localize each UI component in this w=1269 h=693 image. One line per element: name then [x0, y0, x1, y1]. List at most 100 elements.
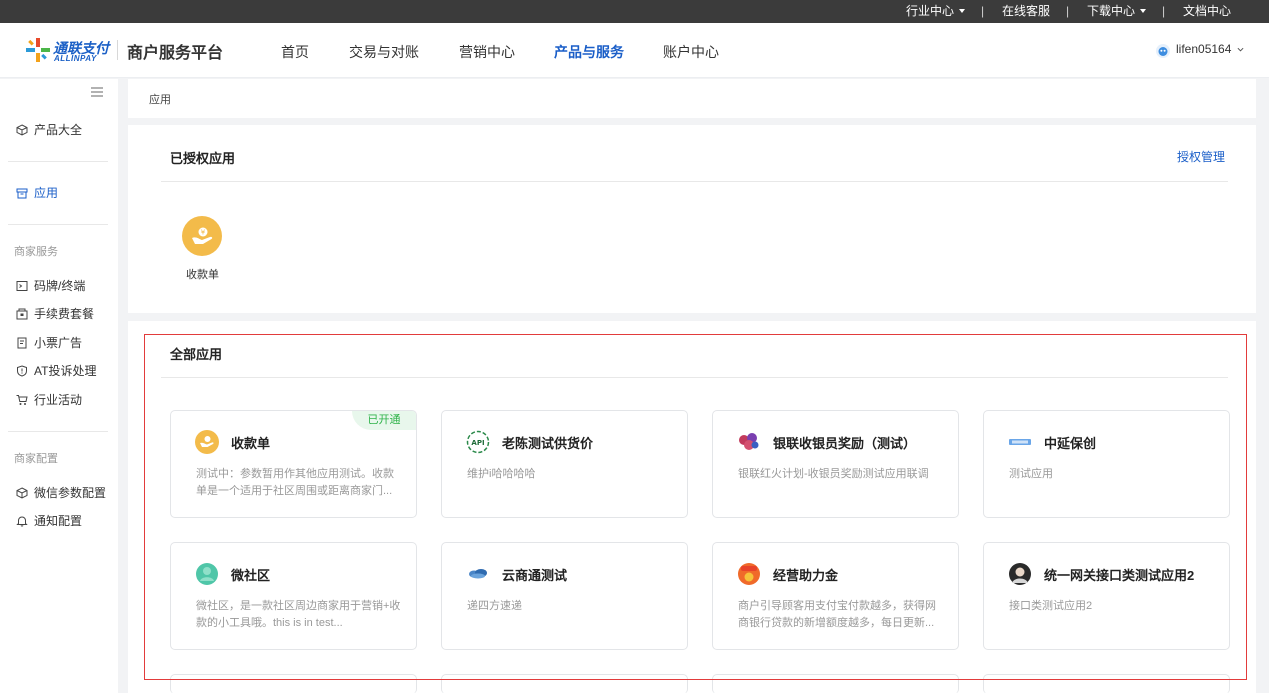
- svg-text:API: API: [471, 439, 484, 447]
- cloud-app-icon: [469, 569, 487, 579]
- caret-down-icon: [1140, 9, 1147, 13]
- nav-account[interactable]: 账户中心: [663, 42, 719, 62]
- app-card[interactable]: [712, 674, 959, 693]
- sidebar-item-label: 应用: [34, 186, 59, 200]
- app-description: 微社区，是一款社区周边商家用于营销+收款的小工具哦。this is in tes…: [196, 600, 401, 629]
- app-card[interactable]: [983, 674, 1230, 693]
- app-card-gateway-test[interactable]: 统一网关接口类测试应用2 接口类测试应用2: [983, 542, 1230, 650]
- app-description: 接口类测试应用2: [1009, 600, 1093, 612]
- header-divider: [117, 40, 118, 60]
- sidebar-item-label: 产品大全: [34, 123, 83, 137]
- receipt-app-icon: [195, 430, 219, 454]
- bell-icon: [16, 516, 28, 527]
- flowers-app-icon: [739, 433, 759, 450]
- community-app-icon: [196, 563, 218, 585]
- portrait-app-icon: [1009, 563, 1031, 585]
- nav-transactions[interactable]: 交易与对账: [349, 42, 419, 62]
- app-description: 测试应用: [1009, 468, 1053, 480]
- allinpay-logo[interactable]: 通联支付 ALLINPAY: [26, 35, 112, 65]
- app-name: 云商通测试: [502, 568, 568, 583]
- section-divider: [161, 377, 1228, 378]
- nav-products-services[interactable]: 产品与服务: [554, 42, 624, 62]
- app-name: 收款单: [231, 436, 271, 451]
- app-card[interactable]: [170, 674, 417, 693]
- app-card-yunshangtong[interactable]: 云商通测试 递四方速递: [441, 542, 688, 650]
- app-description: 测试中：参数暂用作其他应用测试。收款单是一个适用于社区周围或距离商家门...: [196, 468, 394, 497]
- receipt-app-icon[interactable]: ¥: [182, 216, 222, 256]
- sidebar-group-merchant: 商家服务: [14, 246, 58, 258]
- main-header: 通联支付 ALLINPAY 商户服务平台 首页 交易与对账 营销中心 产品与服务…: [0, 23, 1269, 78]
- app-description: 银联红火计划-收银员奖励测试应用联调: [738, 468, 929, 480]
- menu-collapse-icon[interactable]: [91, 87, 103, 97]
- shield-icon: [17, 365, 27, 377]
- app-card-chen-test[interactable]: API 老陈测试供货价 维护i哈哈哈哈: [441, 410, 688, 518]
- app-card[interactable]: [441, 674, 688, 693]
- banner-app-icon: [1009, 439, 1031, 445]
- receipt-icon: [17, 337, 27, 349]
- sidebar-group-config: 商家配置: [14, 453, 58, 465]
- archive-icon: [16, 188, 28, 199]
- app-name: 老陈测试供货价: [502, 436, 594, 451]
- app-name: 中延保创: [1044, 436, 1097, 451]
- sidebar-item-label: 通知配置: [34, 514, 83, 528]
- fund-app-icon: [738, 563, 760, 585]
- sidebar-divider: [8, 161, 108, 162]
- api-app-icon: API: [466, 430, 490, 454]
- authorized-app-label[interactable]: 收款单: [186, 266, 219, 282]
- authorized-apps-card: 已授权应用 授权管理 ¥ 收款单: [128, 125, 1256, 313]
- breadcrumb-bar: 应用: [128, 79, 1256, 118]
- industry-center-label: 行业中心: [906, 4, 955, 18]
- scrollbar[interactable]: [1263, 79, 1269, 693]
- app-name: 微社区: [231, 568, 271, 583]
- nav-home[interactable]: 首页: [281, 42, 309, 62]
- cart-icon: [16, 395, 28, 405]
- user-avatar-icon[interactable]: [1156, 44, 1170, 58]
- app-description: 维护i哈哈哈哈: [467, 468, 536, 480]
- authorization-manage-link[interactable]: 授权管理: [1177, 148, 1225, 165]
- cube-icon: [16, 487, 28, 499]
- platform-title: 商户服务平台: [127, 45, 224, 62]
- app-card-business-fund[interactable]: 经营助力金 商户引导顾客用支付宝付款越多，获得网商银行贷款的新增额度越多，每日更…: [712, 542, 959, 650]
- docs-center-link[interactable]: 文档中心: [1183, 4, 1231, 19]
- app-name: 银联收银员奖励（测试）: [773, 436, 917, 451]
- app-description: 递四方速递: [467, 600, 522, 612]
- download-center-label: 下载中心: [1087, 4, 1136, 18]
- online-service-link[interactable]: 在线客服: [1002, 4, 1050, 19]
- logo-subtext: ALLINPAY: [54, 54, 97, 63]
- all-apps-title: 全部应用: [170, 347, 223, 362]
- app-name: 经营助力金: [773, 568, 839, 583]
- separator: |: [981, 4, 985, 18]
- sidebar-item-label: 码牌/终端: [34, 279, 86, 293]
- app-card-zhongyan[interactable]: 中延保创 测试应用: [983, 410, 1230, 518]
- caret-down-icon: [959, 9, 966, 13]
- industry-center-menu[interactable]: 行业中心: [906, 4, 966, 19]
- authorized-apps-title: 已授权应用: [170, 151, 236, 166]
- sidebar-item-label: AT投诉处理: [34, 364, 97, 378]
- sidebar-item-label: 手续费套餐: [34, 307, 95, 321]
- top-utility-bar: 行业中心 | 在线客服 | 下载中心 | 文档中心: [0, 0, 1269, 23]
- sidebar: 产品大全 应用 商家服务 码牌/终端 手续费套餐 小票广告 AT投诉处理 行业活…: [0, 79, 118, 693]
- app-card-unionpay-reward[interactable]: 银联收银员奖励（测试） 银联红火计划-收银员奖励测试应用联调: [712, 410, 959, 518]
- allinpay-logo-icon: [26, 38, 50, 62]
- sidebar-divider: [8, 224, 108, 225]
- app-card-receipt[interactable]: 已开通 收款单 测试中：参数暂用作其他应用测试。收款单是一个适用于社区周围或距离…: [170, 410, 417, 518]
- svg-text:¥: ¥: [201, 229, 206, 237]
- nav-marketing[interactable]: 营销中心: [459, 42, 515, 62]
- app-card-micro-community[interactable]: 微社区 微社区，是一款社区周边商家用于营销+收款的小工具哦。this is in…: [170, 542, 417, 650]
- package-icon: [16, 308, 28, 320]
- app-name: 统一网关接口类测试应用2: [1044, 568, 1195, 583]
- chevron-down-icon[interactable]: [1237, 46, 1244, 53]
- app-description: 商户引导顾客用支付宝付款越多，获得网商银行贷款的新增额度越多，每日更新...: [738, 600, 936, 629]
- user-name[interactable]: lifen05164: [1176, 42, 1231, 56]
- sidebar-item-label: 小票广告: [34, 336, 83, 350]
- section-divider: [161, 181, 1228, 182]
- sidebar-item-label: 微信参数配置: [34, 486, 107, 500]
- sidebar-divider: [8, 431, 108, 432]
- cube-icon: [16, 124, 28, 136]
- download-center-menu[interactable]: 下载中心: [1087, 4, 1147, 19]
- terminal-icon: [16, 281, 28, 291]
- status-badge: 已开通: [352, 411, 416, 430]
- sidebar-item-label: 行业活动: [34, 393, 83, 407]
- separator: |: [1066, 4, 1070, 18]
- all-apps-card: 全部应用 已开通 收款单 测试中：参数暂用作其他应用测试。收款单是一个适用于社区…: [128, 321, 1256, 693]
